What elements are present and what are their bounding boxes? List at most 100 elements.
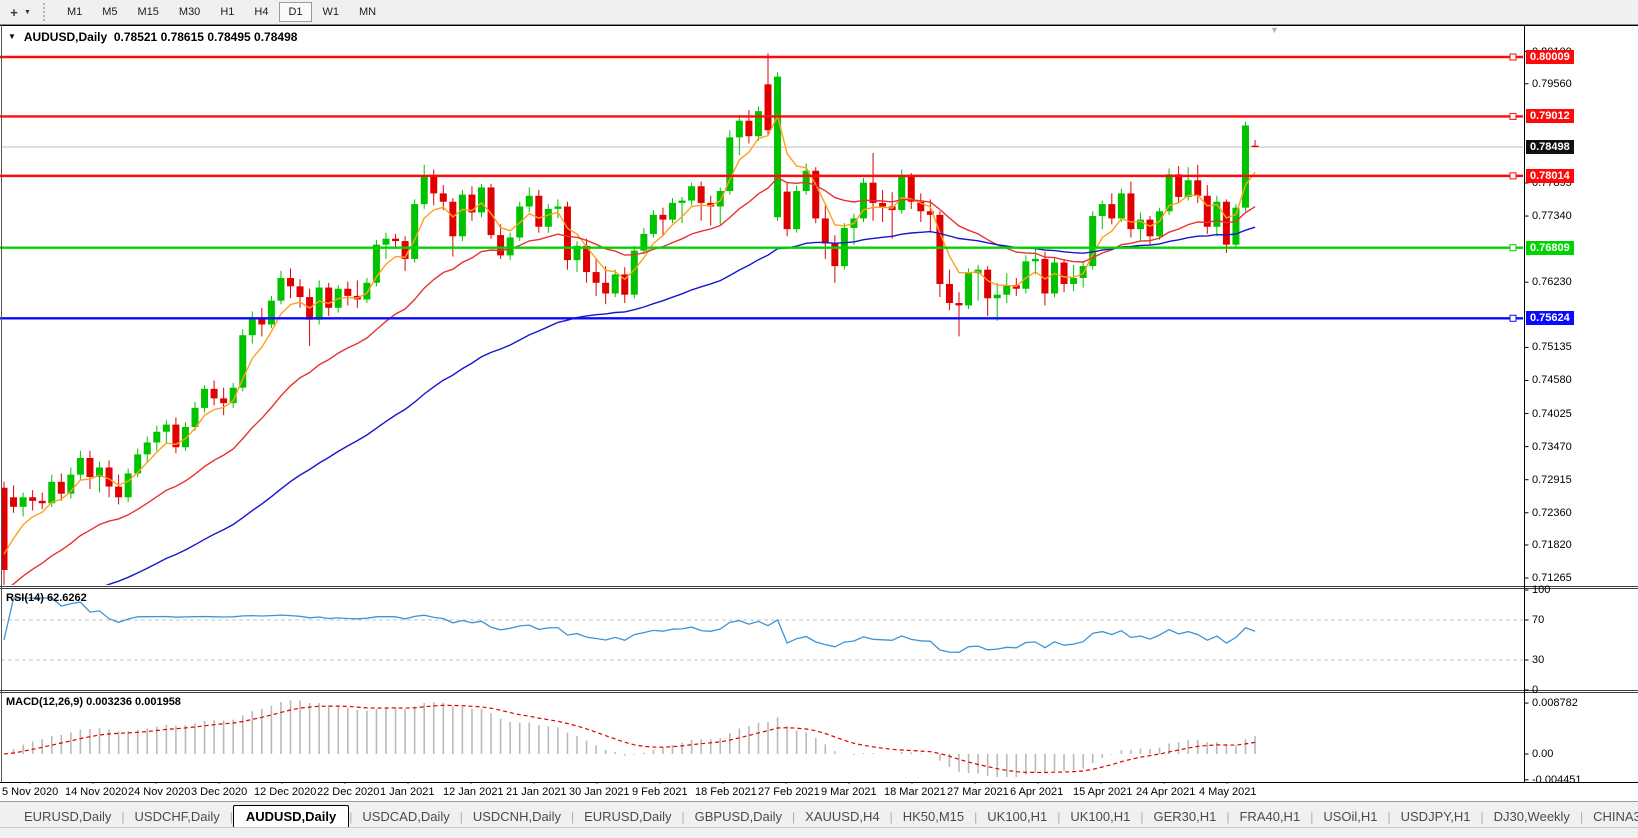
symbol-tab-hk50-m15[interactable]: HK50,M15 (893, 806, 974, 827)
candle (440, 193, 447, 201)
candle (220, 398, 227, 403)
candle (58, 482, 65, 494)
candle (383, 239, 390, 245)
candle (736, 121, 743, 138)
candle (965, 273, 972, 305)
status-bar (0, 827, 1638, 838)
symbol-caret-icon[interactable]: ▼ (8, 32, 16, 41)
level-price-tag[interactable]: 0.78014 (1526, 169, 1574, 183)
rsi-line (4, 598, 1255, 652)
date-label: 9 Mar 2021 (821, 786, 877, 798)
macd-signal-line (4, 705, 1255, 772)
symbol-tab-fra40-h1[interactable]: FRA40,H1 (1229, 806, 1310, 827)
symbol-tab-dj30-weekly[interactable]: DJ30,Weekly (1484, 806, 1580, 827)
candle (1003, 285, 1010, 295)
candle (755, 111, 762, 136)
symbol-tab-xauusd-h4[interactable]: XAUUSD,H4 (795, 806, 889, 827)
line-handle (1510, 245, 1516, 251)
chart-title: ▼ AUDUSD,Daily 0.78521 0.78615 0.78495 0… (8, 30, 297, 44)
candle (211, 389, 218, 399)
symbol-tab-china300-h1[interactable]: CHINA300,H1 (1583, 806, 1638, 827)
date-label: 30 Jan 2021 (569, 786, 630, 798)
candle (1156, 211, 1163, 236)
candle (10, 497, 17, 507)
candle (1070, 278, 1077, 284)
candle (554, 207, 561, 209)
symbol-tab-usdcnh-daily[interactable]: USDCNH,Daily (463, 806, 571, 827)
date-label: 5 Nov 2020 (2, 786, 58, 798)
candle (1252, 146, 1259, 147)
symbol-tab-usoil-h1[interactable]: USOil,H1 (1313, 806, 1387, 827)
candle (1185, 180, 1192, 197)
candle (1022, 261, 1029, 288)
symbol-tab-uk100-h1[interactable]: UK100,H1 (1060, 806, 1140, 827)
symbol-tab-usdcad-daily[interactable]: USDCAD,Daily (352, 806, 459, 827)
symbol-tab-eurusd-daily[interactable]: EURUSD,Daily (574, 806, 681, 827)
price-tick-label: 0.77340 (1532, 210, 1572, 222)
candle (698, 186, 705, 203)
date-label: 12 Dec 2020 (254, 786, 316, 798)
date-label: 27 Mar 2021 (947, 786, 1009, 798)
main-price-pane (1, 53, 1524, 633)
price-tick-label: 0.79560 (1532, 78, 1572, 90)
price-tick-label: 0.73470 (1532, 441, 1572, 453)
candle (1175, 174, 1182, 197)
ohlc-high: 0.78615 (161, 30, 204, 44)
candle (77, 458, 84, 475)
level-price-tag[interactable]: 0.80009 (1526, 50, 1574, 64)
date-label: 15 Apr 2021 (1073, 786, 1132, 798)
date-label: 9 Feb 2021 (632, 786, 688, 798)
level-price-tag[interactable]: 0.75624 (1526, 311, 1574, 325)
rsi-name: RSI(14) (6, 592, 44, 604)
symbol-tab-usdjpy-h1[interactable]: USDJPY,H1 (1391, 806, 1481, 827)
candle (1032, 259, 1039, 261)
level-price-tag[interactable]: 0.76809 (1526, 241, 1574, 255)
candle (478, 187, 485, 212)
macd-pane (4, 700, 1255, 777)
macd-name: MACD(12,26,9) (6, 696, 83, 708)
symbol-tab-usdchf-daily[interactable]: USDCHF,Daily (125, 806, 230, 827)
date-label: 6 Apr 2021 (1010, 786, 1063, 798)
rsi-tick-label: 70 (1532, 614, 1544, 626)
date-label: 24 Nov 2020 (128, 786, 190, 798)
macd-tick-label: 0.00 (1532, 748, 1553, 760)
price-tick-label: 0.74025 (1532, 408, 1572, 420)
candle (163, 425, 170, 432)
symbol-tab-gbpusd-daily[interactable]: GBPUSD,Daily (685, 806, 792, 827)
chart-canvas[interactable] (0, 0, 1638, 784)
candle (659, 215, 666, 220)
symbol-tab-uk100-h1[interactable]: UK100,H1 (977, 806, 1057, 827)
symbol-tab-eurusd-daily[interactable]: EURUSD,Daily (14, 806, 121, 827)
candle (20, 497, 27, 507)
candle (344, 289, 351, 296)
candle (650, 215, 657, 234)
candle (688, 186, 695, 200)
ma-fast-line (4, 116, 1255, 554)
ohlc-close: 0.78498 (254, 30, 297, 44)
macd-main-value: 0.003236 (86, 696, 132, 708)
candle (201, 389, 208, 408)
date-label: 18 Mar 2021 (884, 786, 946, 798)
date-label: 21 Jan 2021 (506, 786, 567, 798)
candle (1118, 193, 1125, 218)
line-handle (1510, 315, 1516, 321)
candle (507, 237, 514, 255)
symbol-tab-ger30-h1[interactable]: GER30,H1 (1143, 806, 1226, 827)
level-price-tag[interactable]: 0.79012 (1526, 109, 1574, 123)
price-tick-label: 0.74580 (1532, 374, 1572, 386)
date-label: 27 Feb 2021 (758, 786, 820, 798)
autoscroll-marker-icon: ▼ (1270, 25, 1279, 35)
candle (411, 204, 418, 259)
candle (459, 195, 466, 237)
line-handle (1510, 173, 1516, 179)
macd-signal-value: 0.001958 (135, 696, 181, 708)
candle (1041, 259, 1048, 294)
rsi-tick-label: 30 (1532, 654, 1544, 666)
date-label: 22 Dec 2020 (317, 786, 379, 798)
candle (421, 176, 428, 205)
candle (153, 432, 160, 443)
macd-tick-label: 0.008782 (1532, 697, 1578, 709)
candle (1099, 204, 1106, 216)
symbol-tab-audusd-daily[interactable]: AUDUSD,Daily (233, 805, 349, 827)
candle (946, 284, 953, 303)
